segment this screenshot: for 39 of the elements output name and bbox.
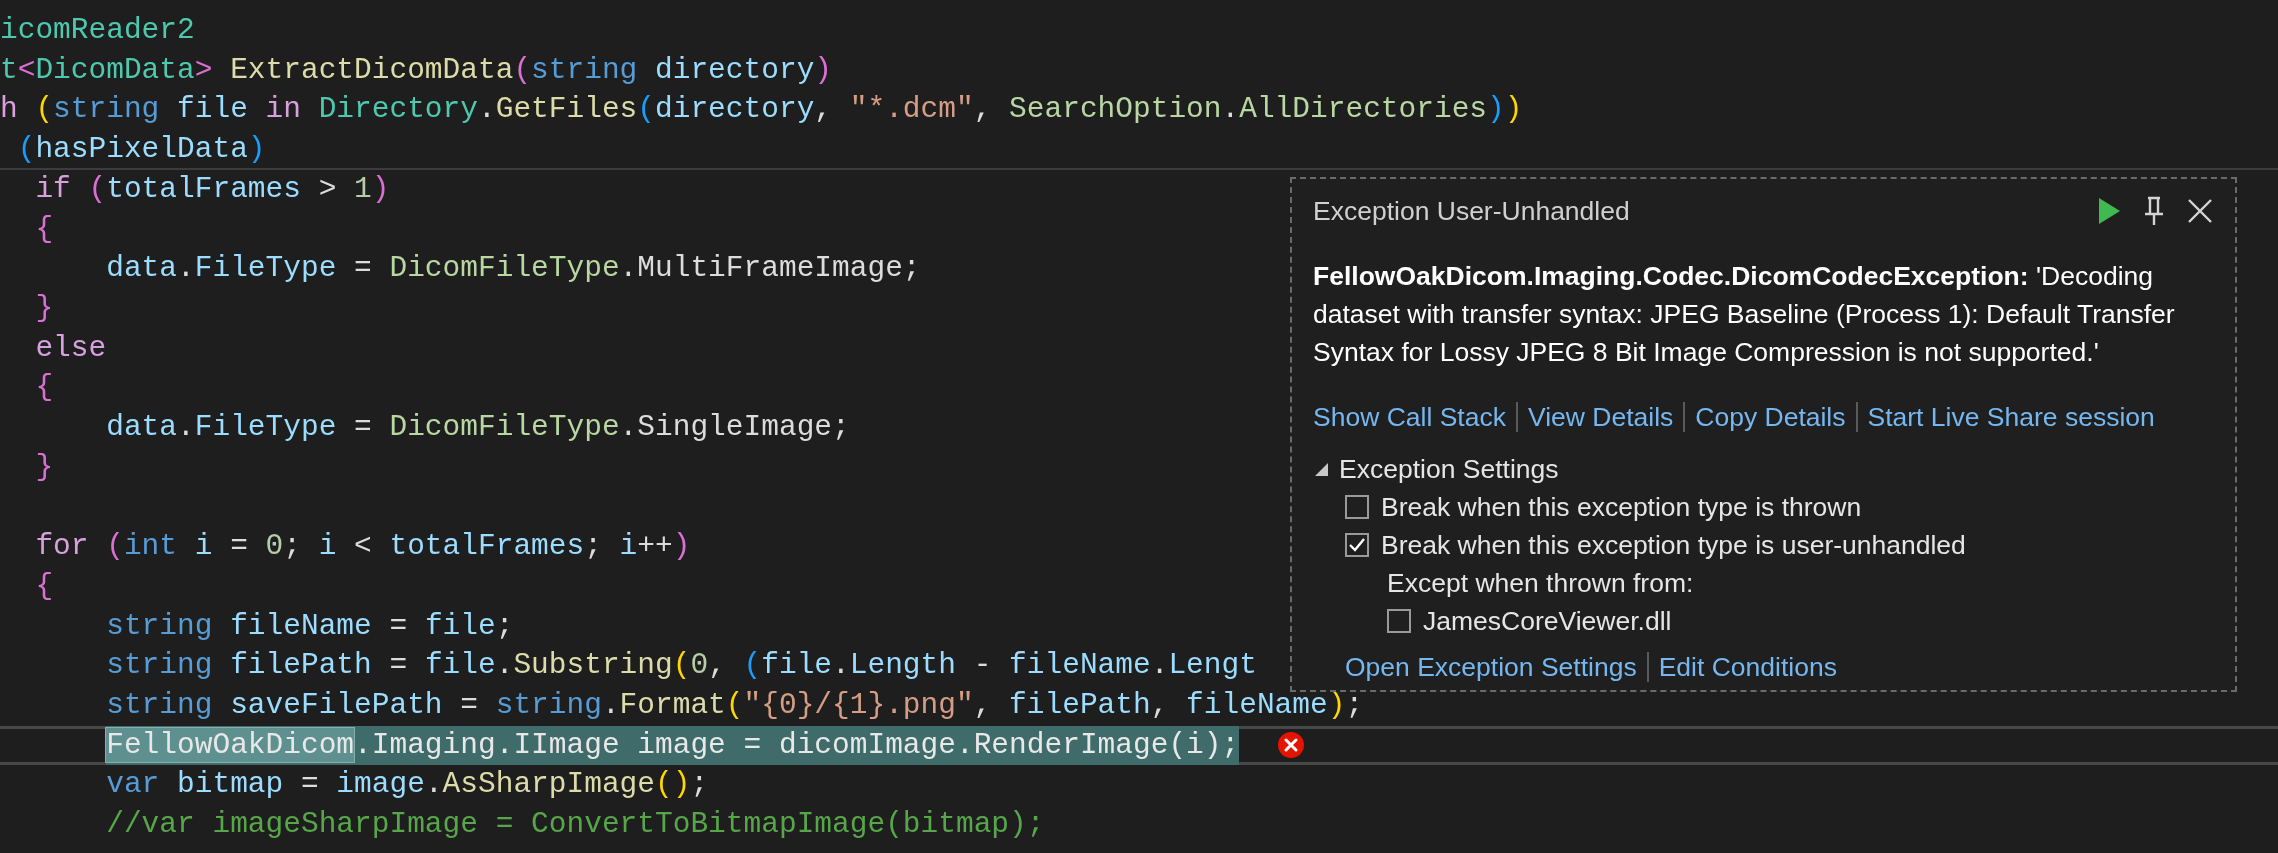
link[interactable]: View Details	[1527, 401, 1674, 433]
checkbox-label: Break when this exception type is user-unhandled	[1381, 529, 1966, 561]
code-line: {	[34, 369, 54, 407]
except-label: Except when thrown from:	[1387, 567, 1694, 599]
code-line: }	[34, 290, 54, 328]
checkbox-label: Break when this exception type is thrown	[1381, 491, 1862, 523]
link[interactable]: Edit Conditions	[1658, 651, 1837, 683]
code-line: data.FileType = DicomFileType.SingleImage;	[105, 409, 850, 447]
play-icon[interactable]	[2097, 197, 2121, 225]
code-line: (hasPixelData)	[16, 131, 266, 168]
code-line: //var imageSharpImage = ConvertToBitmapImage(bitmap);	[105, 806, 1045, 843]
close-icon[interactable]	[2187, 198, 2213, 224]
code-line: icomReader2	[0, 12, 195, 49]
code-line: {	[34, 210, 54, 248]
checkbox[interactable]	[1387, 609, 1411, 633]
code-line: for (int i = 0; i < totalFrames; i++)	[34, 528, 691, 566]
pin-icon[interactable]	[2143, 196, 2165, 226]
code-line: }	[34, 448, 54, 486]
code-line: string saveFilePath = string.Format("{0}/{1}.png", filePath, fileName);	[105, 686, 1364, 724]
code-line: h (string file in Directory.GetFiles(directory, "*.dcm", SearchOption.AllDirectories))	[0, 91, 1523, 129]
popup-title: Exception User-Unhandled	[1313, 195, 1630, 227]
code-line: data.FileType = DicomFileType.MultiFrameImage;	[105, 250, 921, 288]
link[interactable]: Start Live Share session	[1867, 401, 2155, 433]
section-header: Exception Settings	[1339, 453, 1559, 485]
code-line: else	[34, 329, 107, 367]
code-line: string filePath = file.Substring(0, (file.Length - fileName.Lengt	[105, 647, 1257, 685]
code-line: var bitmap = image.AsSharpImage();	[105, 766, 709, 804]
code-line: {	[34, 567, 54, 605]
exception-message: FellowOakDicom.Imaging.Codec.DicomCodecException: 'Decoding dataset with transfer syntax: JPEG Baseline (Process 1): Default Transfer Syntax for Lossy JPEG 8 Bit Image Compression is not supported.'	[1313, 260, 2176, 369]
code-line: t<DicomData> ExtractDicomData(string directory)	[0, 51, 833, 89]
checkbox[interactable]	[1345, 495, 1369, 519]
link[interactable]: Show Call Stack	[1313, 401, 1506, 433]
checkbox[interactable]	[1345, 533, 1369, 557]
code-line: if (totalFrames > 1)	[34, 171, 390, 208]
link[interactable]: Open Exception Settings	[1345, 651, 1637, 683]
checkbox-label: JamesCoreViewer.dll	[1423, 605, 1672, 637]
expander-icon[interactable]	[1313, 461, 1329, 477]
link[interactable]: Copy Details	[1695, 401, 1846, 433]
code-line: string fileName = file;	[105, 607, 514, 645]
